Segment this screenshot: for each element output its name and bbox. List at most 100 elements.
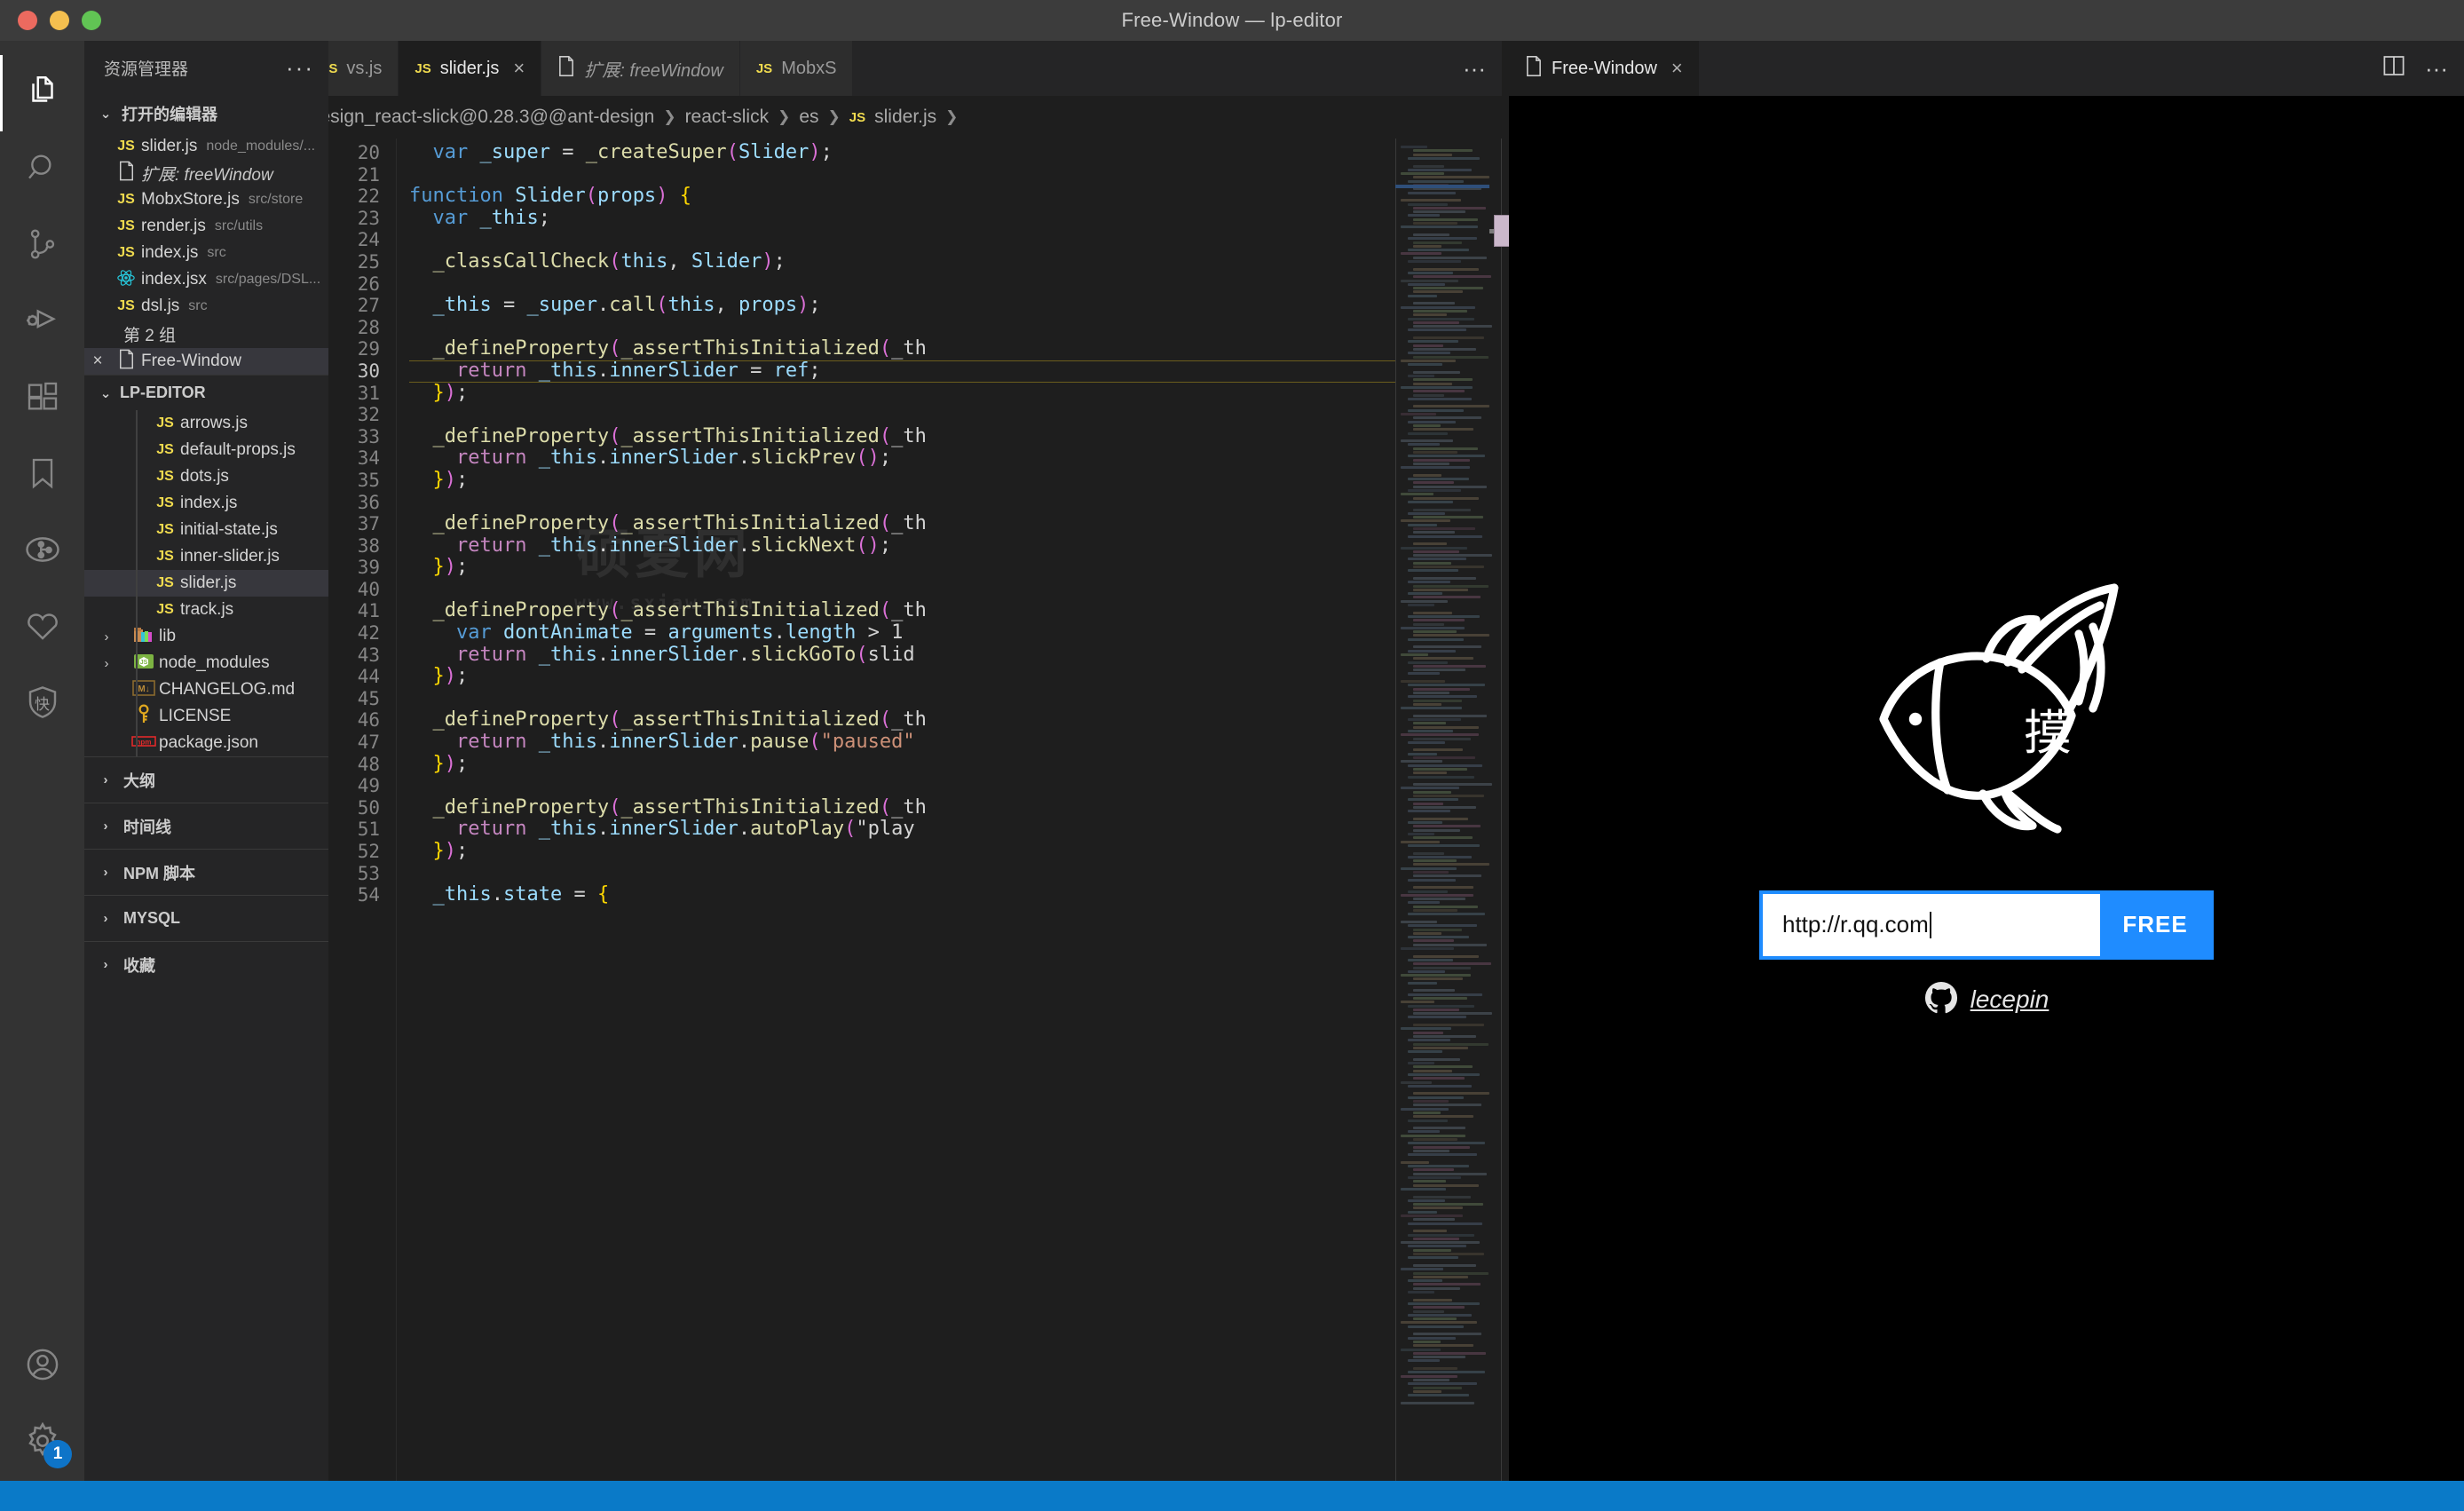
free-window-webview[interactable]: 摸 http://r.qq.com FREE lecepin xyxy=(1509,96,2464,1481)
line-number: 52 xyxy=(357,841,380,862)
folder-section-header[interactable]: ⌄ LP-EDITOR xyxy=(84,375,328,410)
more-actions-button[interactable]: ··· xyxy=(1463,55,1486,83)
tree-item[interactable]: › JS node_modules xyxy=(84,650,328,676)
tree-item[interactable]: JS track.js xyxy=(84,597,328,623)
github-link[interactable]: lecepin xyxy=(1924,981,2049,1019)
breadcrumb-item[interactable]: es xyxy=(799,107,818,128)
close-icon[interactable]: × xyxy=(1671,57,1683,80)
more-actions-button[interactable]: ··· xyxy=(2425,55,2448,83)
minimap-line xyxy=(1408,558,1466,561)
split-editor-icon[interactable] xyxy=(2381,52,2407,85)
code-content[interactable]: 硕夏网 www.sxiaw.com var _super = _createSu… xyxy=(396,138,1395,1481)
minimap-line xyxy=(1413,1351,1486,1355)
close-icon[interactable]: × xyxy=(513,57,525,80)
close-window-button[interactable] xyxy=(18,11,37,30)
minimap-line xyxy=(1413,302,1455,305)
minimap-line xyxy=(1408,718,1461,721)
minimap-line xyxy=(1408,420,1456,423)
tab-mobxstore-js[interactable]: JS MobxS xyxy=(739,41,854,96)
list-item[interactable]: JS render.js src/utils xyxy=(84,213,328,240)
tab-free-window[interactable]: Free-Window × xyxy=(1509,41,1700,96)
chevron-right-icon[interactable]: › xyxy=(84,656,129,671)
activity-source-control[interactable] xyxy=(0,208,84,284)
tree-item[interactable]: JS arrows.js xyxy=(84,410,328,437)
explorer-more-actions-button[interactable]: ··· xyxy=(286,56,314,79)
minimap-line xyxy=(1408,1176,1461,1179)
tree-item[interactable]: M↓ CHANGELOG.md xyxy=(84,676,328,703)
tab-slider-js[interactable]: JS slider.js × xyxy=(399,41,542,96)
list-item[interactable]: JS index.js src xyxy=(84,240,328,266)
minimap-line xyxy=(1413,542,1447,546)
code-editor[interactable]: 20 21 22 23 24 25 26 27 28 29 30 31 32 33 34 35 36 37 38 39… xyxy=(328,138,1502,1481)
minimap-line xyxy=(1413,1057,1460,1061)
open-editors-section-header[interactable]: ⌄ 打开的编辑器 xyxy=(84,94,328,133)
minimap-line xyxy=(1413,1389,1441,1393)
code-line: var dontAnimate = arguments.length > 1 xyxy=(455,621,915,645)
activity-accounts[interactable] xyxy=(0,1328,84,1404)
activity-bookmarks[interactable] xyxy=(0,437,84,513)
minimap-line xyxy=(1408,271,1453,274)
chevron-right-icon[interactable]: › xyxy=(84,629,129,645)
breadcrumb-item[interactable]: react-slick xyxy=(685,107,770,128)
panel-npm-scripts[interactable]: › NPM 脚本 xyxy=(84,849,328,895)
panel-mysql[interactable]: › MYSQL xyxy=(84,895,328,941)
activity-project-manager[interactable] xyxy=(0,513,84,589)
editor-splitter[interactable] xyxy=(1489,41,1521,1481)
activity-manage-settings[interactable]: 1 xyxy=(0,1404,84,1481)
list-item[interactable]: × Free-Window xyxy=(84,348,328,375)
activity-security[interactable]: 快 xyxy=(0,666,84,742)
activity-favorites[interactable] xyxy=(0,589,84,666)
minimap-line xyxy=(1413,275,1491,279)
maximize-window-button[interactable] xyxy=(82,11,101,30)
window-controls[interactable] xyxy=(0,11,101,30)
tree-item[interactable]: › lib xyxy=(84,623,328,650)
activity-run-debug[interactable] xyxy=(0,284,84,360)
activity-explorer[interactable] xyxy=(0,55,84,131)
activity-search[interactable] xyxy=(0,131,84,208)
breadcrumb-item[interactable]: :-design_react-slick@0.28.3@@ant-design xyxy=(328,107,654,128)
status-bar[interactable] xyxy=(0,1481,2464,1511)
line-number: 44 xyxy=(357,666,380,688)
minimap-line xyxy=(1401,1374,1457,1378)
minimap-line xyxy=(1401,1268,1443,1271)
breadcrumb-item[interactable]: slider.js xyxy=(874,107,936,128)
activity-extensions[interactable] xyxy=(0,360,84,437)
tree-item[interactable]: JS index.js xyxy=(84,490,328,517)
tab-label: vs.js xyxy=(346,58,383,78)
line-number: 51 xyxy=(357,819,380,841)
minimap-line xyxy=(1401,1160,1429,1164)
list-item[interactable]: JS dsl.js src xyxy=(84,293,328,320)
line-number: 31 xyxy=(357,382,380,404)
minimap-line xyxy=(1413,898,1465,901)
minimize-window-button[interactable] xyxy=(50,11,69,30)
minimap-line xyxy=(1413,516,1483,519)
panel-timeline[interactable]: › 时间线 xyxy=(84,803,328,849)
tree-item[interactable]: LICENSE xyxy=(84,703,328,730)
minimap-line xyxy=(1408,168,1472,171)
minimap-line xyxy=(1413,1275,1468,1278)
minimap-line xyxy=(1408,340,1458,344)
panel-outline[interactable]: › 大纲 xyxy=(84,756,328,803)
tree-item[interactable]: JS default-props.js xyxy=(84,437,328,463)
free-button[interactable]: FREE xyxy=(2100,894,2210,956)
tree-item[interactable]: JS slider.js xyxy=(84,570,328,597)
tab-arrows-js[interactable]: JS vs.js xyxy=(328,41,399,96)
minimap-line xyxy=(1408,1371,1485,1374)
list-item[interactable]: 扩展: freeWindow xyxy=(84,160,328,186)
tree-item[interactable]: JS initial-state.js xyxy=(84,517,328,543)
minimap-line xyxy=(1408,729,1453,732)
tree-item[interactable]: JS inner-slider.js xyxy=(84,543,328,570)
list-item[interactable]: index.jsx src/pages/DSL... xyxy=(84,266,328,293)
minimap[interactable] xyxy=(1395,138,1502,1481)
tree-item[interactable]: npm package.json xyxy=(84,730,328,756)
line-number: 21 xyxy=(357,163,380,186)
panel-favorites[interactable]: › 收藏 xyxy=(84,941,328,987)
tab-extension-freewindow[interactable]: 扩展: freeWindow xyxy=(541,41,740,96)
list-item[interactable]: JS slider.js node_modules/... xyxy=(84,133,328,160)
list-item[interactable]: JS MobxStore.js src/store xyxy=(84,186,328,213)
minimap-line xyxy=(1413,1008,1459,1011)
url-input[interactable]: http://r.qq.com xyxy=(1763,893,2100,956)
minimap-line xyxy=(1408,156,1480,160)
tree-item[interactable]: JS dots.js xyxy=(84,463,328,490)
close-icon[interactable]: × xyxy=(84,352,111,371)
